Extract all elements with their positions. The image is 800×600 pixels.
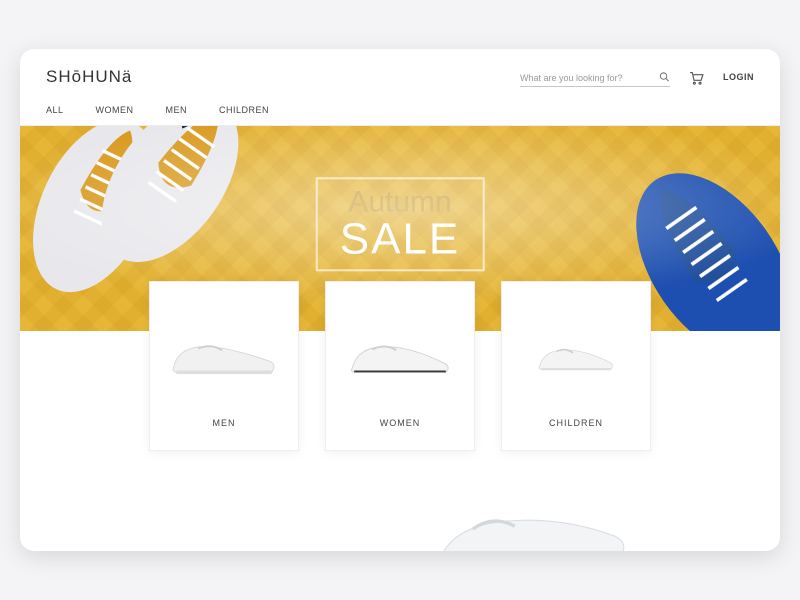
card-thumb-men [164, 304, 284, 404]
search-field-wrap [520, 68, 670, 87]
card-label-men: MEN [213, 418, 236, 428]
header-actions: LOGIN [520, 68, 754, 87]
search-icon[interactable] [659, 71, 670, 82]
category-card-men[interactable]: MEN [149, 281, 299, 451]
brand-logo[interactable]: SHōHUNä [46, 67, 132, 87]
card-thumb-women [340, 304, 460, 404]
bottom-peek-area [20, 481, 780, 551]
app-window: SHōHUNä LOGIN [20, 49, 780, 551]
card-thumb-children [516, 304, 636, 404]
cart-icon[interactable] [688, 70, 705, 85]
nav-all[interactable]: ALL [46, 105, 64, 115]
banner-title-box: Autumn SALE [316, 177, 485, 271]
bottom-peek-shoe [401, 481, 639, 551]
card-label-women: WOMEN [380, 418, 421, 428]
category-cards-row: MEN WOMEN CHILDREN [20, 281, 780, 481]
nav-men[interactable]: MEN [166, 105, 188, 115]
search-input[interactable] [520, 70, 670, 86]
header: SHōHUNä LOGIN [20, 49, 780, 126]
card-label-children: CHILDREN [549, 418, 603, 428]
banner-title-line1: Autumn [340, 187, 461, 217]
banner-title-line2: SALE [340, 217, 461, 261]
category-card-children[interactable]: CHILDREN [501, 281, 651, 451]
login-link[interactable]: LOGIN [723, 72, 754, 82]
header-top-row: SHōHUNä LOGIN [46, 67, 754, 87]
nav-women[interactable]: WOMEN [96, 105, 134, 115]
nav-children[interactable]: CHILDREN [219, 105, 269, 115]
category-card-women[interactable]: WOMEN [325, 281, 475, 451]
category-nav: ALL WOMEN MEN CHILDREN [46, 87, 754, 115]
